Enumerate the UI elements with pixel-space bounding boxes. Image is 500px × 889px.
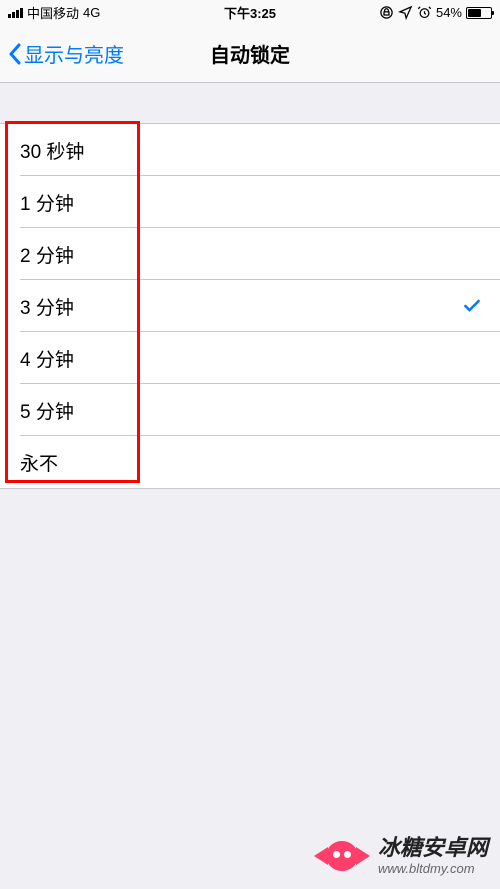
- options-list: 30 秒钟 1 分钟 2 分钟 3 分钟 4 分钟 5 分钟永不: [0, 123, 500, 489]
- option-row[interactable]: 5 分钟: [0, 384, 500, 436]
- watermark-url: www.bltdmy.com: [378, 861, 488, 877]
- network-label: 4G: [83, 5, 100, 20]
- option-row[interactable]: 4 分钟: [0, 332, 500, 384]
- battery-percent: 54%: [436, 5, 462, 20]
- page-title: 自动锁定: [210, 39, 290, 68]
- location-icon: [398, 5, 413, 20]
- option-row[interactable]: 1 分钟: [0, 176, 500, 228]
- checkmark-icon: [462, 296, 482, 316]
- option-label: 2 分钟: [20, 241, 74, 268]
- back-label: 显示与亮度: [24, 39, 124, 68]
- alarm-icon: [417, 5, 432, 20]
- option-label: 永不: [20, 449, 58, 476]
- carrier-label: 中国移动: [27, 3, 79, 22]
- status-bar: 中国移动 4G 下午3:25 54%: [0, 0, 500, 25]
- option-row[interactable]: 30 秒钟: [0, 124, 500, 176]
- status-time: 下午3:25: [224, 3, 276, 22]
- option-label: 30 秒钟: [20, 137, 84, 164]
- option-row[interactable]: 2 分钟: [0, 228, 500, 280]
- nav-bar: 显示与亮度 自动锁定: [0, 25, 500, 83]
- chevron-left-icon: [8, 43, 22, 65]
- option-row[interactable]: 3 分钟: [0, 280, 500, 332]
- option-label: 1 分钟: [20, 189, 74, 216]
- watermark-name: 冰糖安卓网: [378, 835, 488, 861]
- signal-icon: [8, 8, 23, 18]
- option-label: 5 分钟: [20, 397, 74, 424]
- battery-icon: [466, 7, 492, 19]
- status-right: 54%: [379, 5, 492, 20]
- orientation-lock-icon: [379, 5, 394, 20]
- watermark: 冰糖安卓网 www.bltdmy.com: [314, 835, 488, 877]
- status-left: 中国移动 4G: [8, 3, 100, 22]
- option-label: 4 分钟: [20, 345, 74, 372]
- back-button[interactable]: 显示与亮度: [8, 39, 124, 68]
- option-label: 3 分钟: [20, 293, 74, 320]
- candy-icon: [314, 837, 370, 875]
- option-row[interactable]: 永不: [0, 436, 500, 488]
